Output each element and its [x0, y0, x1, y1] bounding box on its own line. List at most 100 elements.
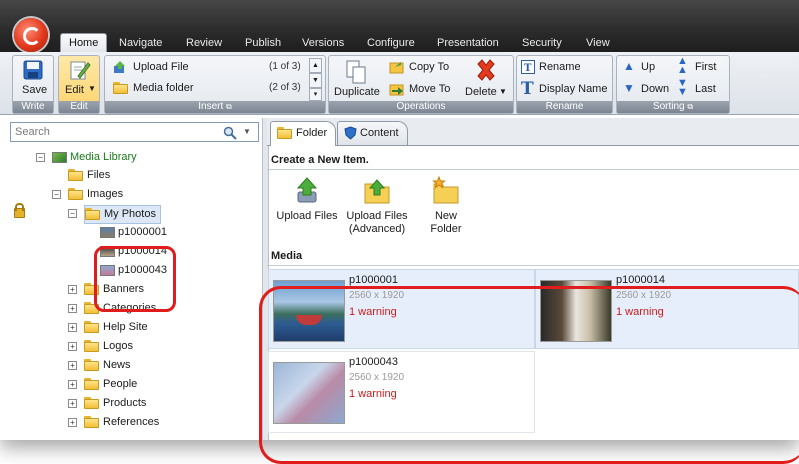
search-input[interactable]: Search ▼: [10, 122, 259, 142]
dialog-launcher-icon[interactable]: ⧉: [226, 102, 232, 111]
insert-scroll-down[interactable]: ▼: [309, 73, 322, 88]
tree-item-folder[interactable]: Help Site: [84, 319, 148, 336]
tree-label: Media Library: [70, 151, 137, 163]
group-rename: T Rename T Display Name Rename: [516, 55, 613, 114]
expand-toggle[interactable]: +: [68, 418, 77, 427]
media-library-icon: [52, 151, 67, 163]
group-label-operations: Operations: [329, 101, 513, 113]
expand-toggle[interactable]: +: [68, 342, 77, 351]
move-to-button[interactable]: Move To: [387, 81, 457, 98]
delete-button[interactable]: Delete ▼: [463, 56, 509, 100]
action-sublabel: (Advanced): [348, 223, 406, 235]
duplicate-button[interactable]: Duplicate: [331, 56, 383, 100]
tree-item-images[interactable]: Images: [68, 186, 123, 203]
down-label: Down: [641, 83, 670, 95]
chevron-down-icon: ▼: [88, 84, 96, 93]
folder-icon: [84, 397, 100, 410]
folder-icon: [84, 321, 100, 334]
collapse-toggle-my-photos[interactable]: −: [68, 209, 77, 218]
tree-label: News: [103, 359, 131, 371]
insert-group-text: Insert: [198, 101, 224, 112]
ribbon-tab-bar: Home Navigate Review Publish Versions Co…: [0, 0, 799, 53]
move-to-label: Move To: [409, 83, 451, 95]
tab-versions[interactable]: Versions: [302, 35, 344, 52]
tree-item-folder[interactable]: News: [84, 357, 131, 374]
tab-review[interactable]: Review: [186, 35, 222, 52]
search-options-chevron-icon[interactable]: ▼: [243, 127, 251, 136]
tab-view[interactable]: View: [586, 35, 610, 52]
tab-presentation[interactable]: Presentation: [437, 35, 499, 52]
tab-navigate[interactable]: Navigate: [119, 35, 162, 52]
application-menu-orb-icon[interactable]: [14, 18, 48, 52]
new-folder-button[interactable]: New Folder: [418, 176, 474, 236]
tree-item-my-photos[interactable]: My Photos: [84, 205, 161, 224]
search-placeholder: Search: [15, 126, 50, 138]
tree-item-files[interactable]: Files: [68, 167, 110, 184]
first-label: First: [695, 61, 717, 73]
svg-text:T: T: [524, 63, 532, 74]
last-button[interactable]: ▼ ▼ Last: [675, 78, 725, 98]
tab-home[interactable]: Home: [60, 33, 108, 53]
lock-shackle: [15, 203, 24, 211]
group-edit: Edit ▼ Edit: [58, 55, 100, 114]
collapse-toggle-media-library[interactable]: −: [36, 153, 45, 162]
folder-icon: [84, 416, 100, 429]
save-label: Save: [22, 84, 48, 96]
dialog-launcher-icon[interactable]: ⧉: [687, 102, 693, 111]
tree-item-media-library[interactable]: Media Library: [52, 149, 137, 166]
expand-toggle[interactable]: +: [68, 399, 77, 408]
insert-scroll-up[interactable]: ▲: [309, 58, 322, 73]
edit-button[interactable]: Edit ▼: [59, 56, 99, 100]
expand-toggle[interactable]: +: [68, 304, 77, 313]
duplicate-icon: [346, 60, 366, 84]
tab-content-label: Content: [360, 127, 399, 139]
down-button[interactable]: ▼ Down: [621, 81, 671, 98]
up-label: Up: [641, 61, 656, 73]
save-button[interactable]: Save: [13, 56, 53, 100]
tree-label: People: [103, 378, 138, 390]
upload-file-button[interactable]: Upload File (1 of 3): [109, 59, 301, 76]
upload-files-advanced-button[interactable]: Upload Files (Advanced): [344, 176, 410, 236]
expand-toggle[interactable]: +: [68, 323, 77, 332]
tab-content[interactable]: Content: [337, 121, 408, 145]
copy-to-button[interactable]: Copy To: [387, 59, 457, 76]
folder-icon: [277, 127, 293, 140]
tree-label: My Photos: [104, 208, 156, 220]
display-name-label: Display Name: [539, 83, 608, 95]
delete-label: Delete: [465, 86, 497, 98]
expand-toggle[interactable]: +: [68, 285, 77, 294]
tab-configure[interactable]: Configure: [367, 35, 415, 52]
search-icon[interactable]: [223, 126, 237, 140]
rename-button[interactable]: T Rename: [519, 59, 609, 76]
tree-item-folder[interactable]: References: [84, 414, 159, 431]
create-new-item-header: Create a New Item.: [267, 150, 799, 170]
tab-publish[interactable]: Publish: [245, 35, 281, 52]
tree-item-photo[interactable]: p1000001: [100, 224, 167, 241]
tab-folder[interactable]: Folder: [270, 121, 337, 146]
insert-more-button[interactable]: ▾: [309, 88, 322, 101]
tree-label: References: [103, 416, 160, 428]
upload-files-button[interactable]: Upload Files: [276, 176, 338, 223]
media-folder-button[interactable]: Media folder (2 of 3): [109, 80, 301, 97]
expand-toggle[interactable]: +: [68, 380, 77, 389]
tree-label: p1000001: [118, 226, 167, 238]
move-to-icon: [389, 84, 404, 96]
delete-x-icon: [477, 59, 495, 81]
collapse-toggle-images[interactable]: −: [52, 190, 61, 199]
tree-item-folder[interactable]: Logos: [84, 338, 133, 355]
upload-file-count: (1 of 3): [269, 61, 301, 72]
edit-pencil-icon: [70, 61, 91, 80]
group-label-edit: Edit: [59, 101, 99, 113]
expand-toggle[interactable]: +: [68, 361, 77, 370]
display-name-button[interactable]: T Display Name: [519, 79, 609, 99]
tree-item-folder[interactable]: Products: [84, 395, 146, 412]
first-button[interactable]: ▲ ▲ First: [675, 56, 725, 76]
up-button[interactable]: ▲ Up: [621, 59, 671, 76]
copy-to-icon: [389, 62, 404, 74]
folder-icon: [84, 340, 100, 353]
tree-item-folder[interactable]: People: [84, 376, 137, 393]
tree-label: Files: [87, 169, 111, 181]
folder-icon: [84, 359, 100, 372]
tab-security[interactable]: Security: [522, 35, 562, 52]
last-label: Last: [695, 83, 716, 95]
